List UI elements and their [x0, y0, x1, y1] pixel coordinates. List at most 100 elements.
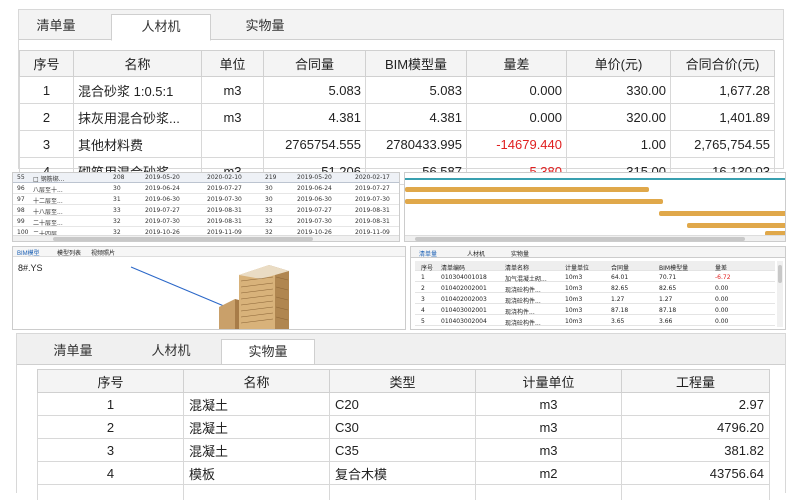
building-model-render	[130, 265, 289, 329]
top-tabbar: 清单量 人材机 实物量	[19, 10, 783, 41]
col-header-contract-total[interactable]: 合同合价(元)	[670, 50, 775, 77]
tab-labor-material-machine[interactable]: 人材机	[111, 14, 211, 41]
schedule-cell: 2019-07-27	[297, 207, 332, 214]
embedded-list-cell: 序号	[421, 265, 434, 272]
table-row[interactable]: 1 混凝土 C20 m3 2.97	[37, 392, 770, 416]
schedule-cell: 2020-02-10	[207, 174, 242, 181]
gantt-bar[interactable]	[405, 199, 663, 204]
cell-no: 1	[37, 392, 184, 416]
gantt-scrollbar[interactable]	[405, 235, 785, 241]
cell-contract-qty: 2765754.555	[263, 130, 366, 158]
embedded-list-cell: 1.27	[659, 296, 673, 303]
schedule-cell: 32	[113, 218, 121, 225]
col-header-unit[interactable]: 计量单位	[475, 369, 622, 393]
embedded-list-cell: 现浇构件...	[505, 309, 535, 316]
bim-viewer[interactable]: BIM模型 模型列表 视频照片 8#.YS	[12, 246, 406, 330]
tab-bill-qty-small[interactable]: 清单量	[419, 249, 437, 258]
schedule-row[interactable]: 97 十二层至... 31 2019-06-30 2019-07-30 30 2019-06…	[13, 195, 399, 205]
table-row[interactable]: 4 模板 复合木模 m2 43756.64	[37, 461, 770, 485]
embedded-list-row[interactable]: 3 010402002003 现浇砼构件... 10m3 1.27 1.27 0.00	[415, 294, 775, 305]
cell-empty	[329, 484, 476, 500]
embedded-list-row[interactable]: 5 010403002004 现浇砼构件... 10m3 3.65 3.66 0.00	[415, 316, 775, 327]
cell-unit: m3	[201, 103, 264, 131]
embedded-list-cell: 010402002001	[441, 285, 487, 292]
col-header-no[interactable]: 序号	[19, 50, 74, 77]
schedule-cell: 208	[113, 174, 125, 181]
embedded-list-scrollbar[interactable]	[777, 261, 783, 327]
cell-unit: m3	[475, 415, 622, 439]
cell-quantity: 43756.64	[621, 461, 770, 485]
table-row[interactable]: 1 混合砂浆 1:0.5:1 m3 5.083 5.083 0.000 330.00 1,67…	[19, 76, 775, 104]
gantt-bar[interactable]	[405, 187, 649, 192]
embedded-list-header[interactable]: 序号 清单编码 清单名称 计量单位 合同量 BIM模型量 量差	[415, 261, 775, 272]
table-row[interactable]: 2 混凝土 C30 m3 4796.20	[37, 415, 770, 439]
col-header-contract-qty[interactable]: 合同量	[263, 50, 366, 77]
cell-no: 2	[19, 103, 74, 131]
tab-physical-qty[interactable]: 实物量	[225, 14, 305, 40]
cell-empty	[183, 484, 330, 500]
table-row[interactable]: 2 抹灰用混合砂浆... m3 4.381 4.381 0.000 320.00 1,401.…	[19, 103, 775, 131]
schedule-header-row[interactable]: 55 □ 钢筋绑... 208 2019-05-20 2020-02-10 219 2019…	[13, 173, 399, 183]
cell-unit: m3	[475, 438, 622, 462]
cell-diff: 0.000	[466, 103, 567, 131]
tab-bill-qty[interactable]: 清单量	[19, 14, 93, 40]
schedule-scrollbar[interactable]	[13, 235, 399, 241]
col-header-name[interactable]: 名称	[73, 50, 202, 77]
schedule-row[interactable]: 96 八层至十... 30 2019-06-24 2019-07-27 30 2019-06…	[13, 184, 399, 194]
embedded-list-cell: 010402002003	[441, 296, 487, 303]
tab-lmm-small[interactable]: 人材机	[467, 249, 485, 258]
cell-contract-total: 1,401.89	[670, 103, 775, 131]
cell-no: 3	[37, 438, 184, 462]
cell-quantity: 4796.20	[621, 415, 770, 439]
embedded-list-row[interactable]: 2 010402002001 现浇砼构件... 10m3 82.65 82.65 0.00	[415, 283, 775, 294]
embedded-list-cell: 2	[421, 285, 425, 292]
embedded-list-cell: 量差	[715, 265, 728, 272]
cell-bim-qty: 2780433.995	[365, 130, 467, 158]
embedded-list-panel: 清单量 人材机 实物量 序号 清单编码 清单名称 计量单位 合同量 BIM模型量 量差 1 01…	[410, 246, 786, 330]
embedded-list-cell: BIM模型量	[659, 265, 689, 272]
col-header-type[interactable]: 类型	[329, 369, 476, 393]
cell-name: 混合砂浆 1:0.5:1	[73, 76, 202, 104]
table-header-row: 序号 名称 单位 合同量 BIM模型量 量差 单价(元) 合同合价(元)	[19, 50, 775, 77]
physical-qty-body: 序号 名称 类型 计量单位 工程量 1 混凝土 C20 m3 2.97 2 混凝土 C30 m3…	[17, 364, 785, 500]
schedule-row[interactable]: 99 二十层至... 32 2019-07-30 2019-08-31 32 2019-07…	[13, 217, 399, 227]
schedule-cell: 97	[17, 196, 25, 203]
col-header-diff[interactable]: 量差	[466, 50, 567, 77]
tab-lmm-bottom[interactable]: 人材机	[129, 339, 213, 364]
col-header-name[interactable]: 名称	[183, 369, 330, 393]
schedule-cell: 30	[265, 185, 273, 192]
table-row[interactable]: 3 混凝土 C35 m3 381.82	[37, 438, 770, 462]
cell-unit-price: 330.00	[566, 76, 671, 104]
schedule-grid: 55 □ 钢筋绑... 208 2019-05-20 2020-02-10 219 2019…	[12, 172, 400, 242]
schedule-cell: 2019-07-30	[355, 196, 390, 203]
embedded-list-cell: 70.71	[659, 274, 677, 281]
tab-physical-qty-bottom[interactable]: 实物量	[221, 339, 315, 365]
embedded-list-row[interactable]: 4 010403002001 现浇构件... 10m3 87.18 87.18 0.00	[415, 305, 775, 316]
gantt-bar[interactable]	[659, 211, 785, 216]
col-header-unit[interactable]: 单位	[201, 50, 264, 77]
embedded-list-row[interactable]: 1 010304001018 加气混凝土砌... 10m3 64.01 70.71 -6.7…	[415, 272, 775, 283]
cell-bim-qty: 5.083	[365, 76, 467, 104]
cell-unit-price: 1.00	[566, 130, 671, 158]
schedule-cell: 十八层至...	[33, 209, 63, 216]
cell-type: C35	[329, 438, 476, 462]
table-row[interactable]: 3 其他材料费 2765754.555 2780433.995 -14679.440 1.…	[19, 130, 775, 158]
cell-name: 模板	[183, 461, 330, 485]
gantt-bar[interactable]	[687, 223, 785, 228]
schedule-row[interactable]: 98 十八层至... 33 2019-07-27 2019-08-31 33 2019-07…	[13, 206, 399, 216]
schedule-cell: 32	[265, 218, 273, 225]
tab-bill-qty-bottom[interactable]: 清单量	[33, 339, 113, 364]
cell-no: 2	[37, 415, 184, 439]
embedded-list-cell: 清单编码	[441, 265, 466, 272]
col-header-quantity[interactable]: 工程量	[621, 369, 770, 393]
embedded-list-tabs: 清单量 人材机 实物量	[411, 247, 785, 258]
schedule-cell: 2019-06-30	[145, 196, 180, 203]
gantt-timeline	[405, 178, 785, 180]
col-header-bim-qty[interactable]: BIM模型量	[365, 50, 467, 77]
tab-physical-small[interactable]: 实物量	[511, 249, 529, 258]
col-header-no[interactable]: 序号	[37, 369, 184, 393]
col-header-unit-price[interactable]: 单价(元)	[566, 50, 671, 77]
schedule-cell: 八层至十...	[33, 187, 63, 194]
embedded-list-cell: 10m3	[565, 296, 583, 303]
embedded-list-cell: 10m3	[565, 274, 583, 281]
